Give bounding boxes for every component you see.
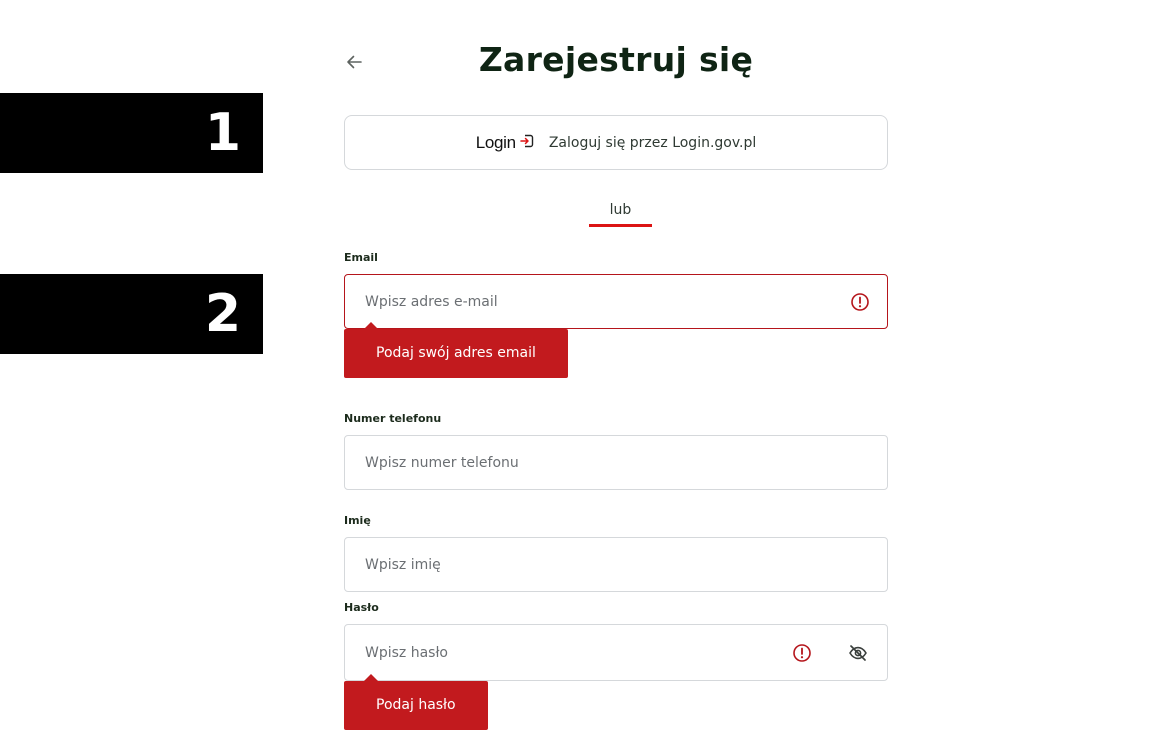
step-marker-2: 2 — [0, 274, 263, 354]
register-page: 1 2 Zarejestruj się Login Zaloguj się pr… — [0, 0, 1166, 746]
exclamation-circle-icon — [792, 643, 812, 663]
first-name-field[interactable] — [365, 538, 785, 591]
login-gov-label: Zaloguj się przez Login.gov.pl — [548, 134, 757, 151]
phone-field[interactable] — [365, 436, 785, 489]
email-label: Email — [344, 251, 378, 264]
email-field[interactable] — [365, 275, 785, 328]
page-title: Zarejestruj się — [478, 40, 754, 79]
password-field[interactable] — [365, 625, 785, 680]
login-gov-logo: Login — [476, 133, 535, 153]
eye-off-icon[interactable] — [848, 643, 868, 663]
password-label: Hasło — [344, 601, 379, 614]
login-logo-text: Login — [475, 132, 516, 152]
login-gov-button[interactable]: Login Zaloguj się przez Login.gov.pl — [344, 115, 888, 170]
email-field-wrapper — [344, 274, 888, 329]
first-name-field-wrapper — [344, 537, 888, 592]
first-name-label: Imię — [344, 514, 371, 527]
phone-label: Numer telefonu — [344, 412, 442, 425]
login-door-icon — [519, 133, 535, 153]
password-field-wrapper — [344, 624, 888, 681]
phone-field-wrapper — [344, 435, 888, 490]
email-error-tooltip: Podaj swój adres email — [344, 322, 568, 378]
password-error-tooltip: Podaj hasło — [344, 674, 488, 730]
step-marker-1: 1 — [0, 93, 263, 173]
exclamation-circle-icon — [850, 292, 870, 312]
or-divider-text: lub — [609, 202, 632, 218]
or-divider-underline — [589, 224, 652, 227]
